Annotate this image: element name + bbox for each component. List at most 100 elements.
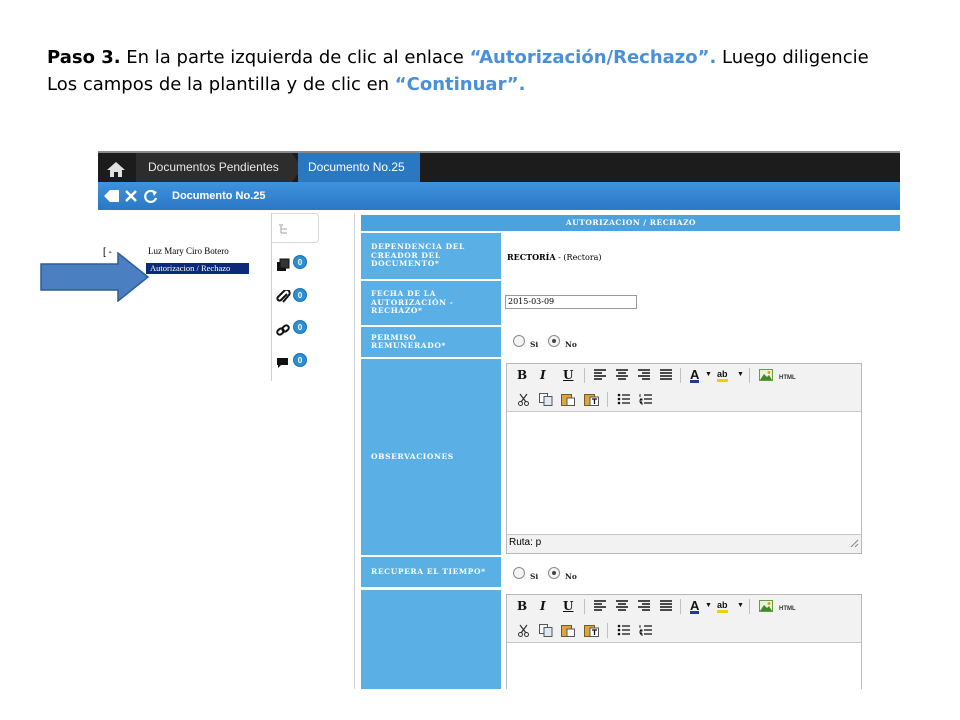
copy-icon[interactable] [539,624,553,637]
editor-toolbar-row-2 [507,388,861,410]
align-left-icon[interactable] [593,600,607,612]
toolbar-separator [680,599,681,614]
paste-icon[interactable] [561,624,575,637]
bold-button[interactable]: B [517,369,527,381]
side-tab-comments[interactable]: 0 [276,353,308,371]
align-right-icon[interactable] [637,369,651,381]
recupera-si-radio[interactable] [513,567,525,579]
observaciones-editor: B I U A ▼ ab ▼ HTML Ruta: p [506,363,862,554]
copy-icon[interactable] [539,393,553,406]
tree-user-name: Luz Mary Ciro Botero [148,246,229,256]
observaciones-label: OBSERVACIONES [361,359,501,555]
insert-image-icon[interactable] [759,600,773,612]
app-screenshot: Documentos Pendientes Documento No.25 Do… [98,151,900,689]
toolbar-separator [584,368,585,383]
paste-icon[interactable] [561,393,575,406]
italic-button[interactable]: I [540,600,546,612]
editor-toolbar-row-1: B I U A ▼ ab ▼ HTML [507,364,861,386]
html-source-button[interactable]: HTML [779,603,796,615]
attachment-icon [276,290,291,303]
bullet-list-icon[interactable] [617,624,631,636]
numbered-list-icon[interactable] [639,624,653,636]
font-color-dropdown-icon[interactable]: ▼ [705,600,712,612]
refresh-icon[interactable] [142,187,160,205]
permiso-si-label: Si [530,340,539,349]
observaciones-textarea[interactable] [507,411,861,534]
toolbar-separator [749,599,750,614]
comment-icon [277,358,288,368]
align-center-icon[interactable] [615,600,629,612]
fecha-label: FECHA DE LA AUTORIZACIÓN - RECHAZO* [361,281,501,325]
back-icon[interactable] [102,187,120,205]
top-navigation-bar: Documentos Pendientes Documento No.25 [98,151,900,182]
highlight-button[interactable]: ab [717,600,728,613]
fecha-input[interactable]: 2015-03-09 [505,295,637,309]
document-title: Documento No.25 [172,190,266,202]
dependencia-label: DEPENDENCIA DEL CREADOR DEL DOCUMENTO* [361,233,501,279]
toolbar-separator [749,368,750,383]
side-tab-header[interactable] [272,213,319,243]
editor-toolbar-row-1: B I U A ▼ ab ▼ HTML [507,595,861,617]
align-left-icon[interactable] [593,369,607,381]
toolbar-separator [607,623,608,638]
comments-count-badge: 0 [293,353,307,367]
resize-handle-icon[interactable] [849,538,859,548]
home-icon[interactable] [104,159,128,179]
dependencia-value-rest: - (Rectora) [555,253,602,262]
numbered-list-icon[interactable] [639,393,653,405]
recupera-no-radio[interactable] [548,567,560,579]
align-center-icon[interactable] [615,369,629,381]
align-right-icon[interactable] [637,600,651,612]
italic-button[interactable]: I [540,369,546,381]
cut-icon[interactable] [517,393,530,406]
permiso-no-label: No [565,340,577,349]
font-color-button[interactable]: A [690,599,700,614]
second-editor: B I U A ▼ ab ▼ HTML [506,594,862,689]
form-title: AUTORIZACION / RECHAZO [361,215,900,231]
underline-button[interactable]: U [563,369,573,381]
font-color-button[interactable]: A [690,368,700,383]
document-titlebar: Documento No.25 [98,182,900,210]
cut-icon[interactable] [517,624,530,637]
instruction-line-2-text: Los campos de la plantilla y de clic en [47,74,395,95]
side-tab-documents[interactable]: 0 [276,255,308,273]
attachments-count-badge: 0 [293,288,307,302]
insert-image-icon[interactable] [759,369,773,381]
instruction-line-2: Los campos de la plantilla y de clic en … [47,71,927,98]
font-color-dropdown-icon[interactable]: ▼ [705,369,712,381]
dependencia-value-bold: RECTORÍA [507,252,556,262]
editor-path-bar: Ruta: p [507,534,861,550]
breadcrumb-documentos-pendientes[interactable]: Documentos Pendientes [136,153,302,182]
paste-text-icon[interactable] [584,393,599,406]
highlight-button[interactable]: ab [717,369,728,382]
bullet-list-icon[interactable] [617,393,631,405]
authorization-form: AUTORIZACION / RECHAZO DEPENDENCIA DEL C… [354,213,900,689]
instruction-part-1: En la parte izquierda de clic al enlace [120,47,470,68]
links-count-badge: 0 [293,320,307,334]
side-tab-links[interactable]: 0 [276,320,308,338]
side-tab-attachments[interactable]: 0 [276,288,308,306]
html-source-button[interactable]: HTML [779,372,796,384]
bold-button[interactable]: B [517,600,527,612]
authorization-rejection-link[interactable]: Autorizacion / Rechazo [146,263,249,274]
paste-text-icon[interactable] [584,624,599,637]
breadcrumb-documento[interactable]: Documento No.25 [298,153,420,182]
documents-icon [277,258,290,271]
next-field-label [361,590,501,689]
documents-count-badge: 0 [293,255,307,269]
second-editor-textarea[interactable] [507,642,861,689]
align-justify-icon[interactable] [659,600,673,612]
instruction-part-2: Luego diligencie [716,47,869,68]
recupera-si-label: Si [530,572,539,581]
instruction-link-name: “Autorización/Rechazo”. [469,47,717,68]
editor-path-text: Ruta: p [509,537,542,548]
close-icon[interactable] [122,187,140,205]
permiso-si-radio[interactable] [513,335,525,347]
permiso-no-radio[interactable] [548,335,560,347]
align-justify-icon[interactable] [659,369,673,381]
highlight-dropdown-icon[interactable]: ▼ [737,600,744,612]
underline-button[interactable]: U [563,600,573,612]
toolbar-separator [584,599,585,614]
instruction-continue-name: “Continuar”. [394,74,526,95]
highlight-dropdown-icon[interactable]: ▼ [737,369,744,381]
